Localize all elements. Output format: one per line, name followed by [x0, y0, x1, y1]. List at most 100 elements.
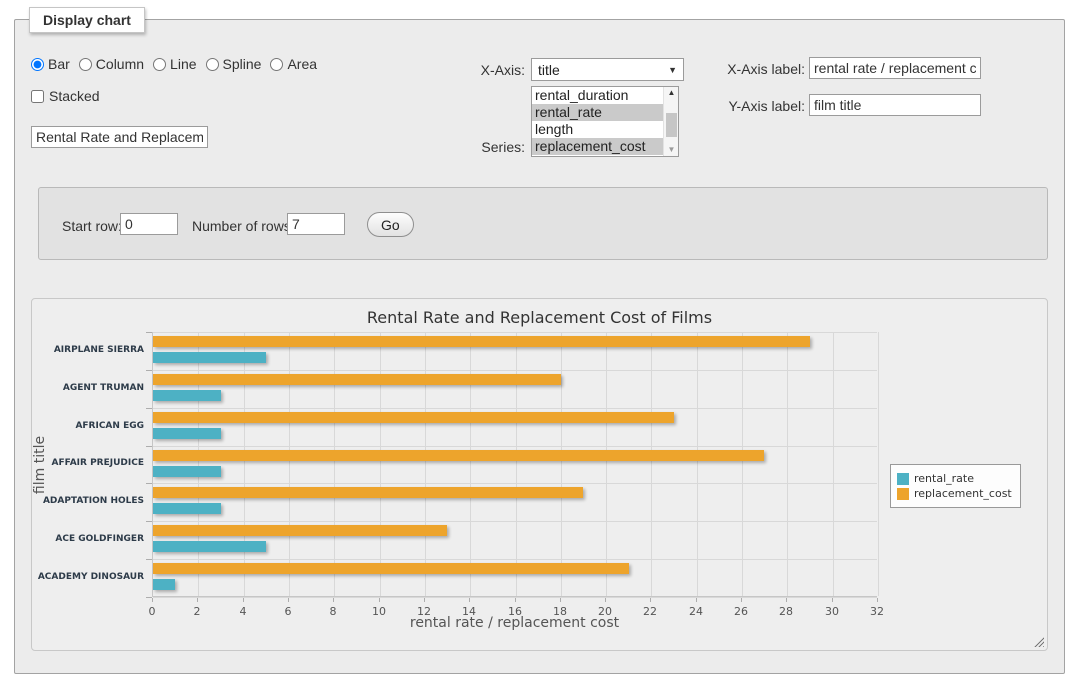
- chart-type-option-line[interactable]: Line: [153, 56, 196, 72]
- x-tick-mark: [333, 598, 334, 602]
- x-tick-label: 26: [724, 605, 758, 618]
- start-row-label: Start row:: [62, 218, 122, 234]
- num-rows-input[interactable]: [287, 213, 345, 235]
- x-axis-label-label: X-Axis label:: [717, 61, 805, 77]
- x-tick-label: 8: [316, 605, 350, 618]
- y-tick-mark: [146, 332, 152, 333]
- bar-rental_rate[interactable]: [153, 503, 221, 514]
- scroll-down-icon[interactable]: ▼: [664, 144, 679, 156]
- series-option-replacement_cost[interactable]: replacement_cost: [532, 138, 678, 155]
- chart-title-input[interactable]: [31, 126, 208, 148]
- gridline-vertical: [425, 332, 426, 596]
- gridline-vertical: [561, 332, 562, 596]
- chart-type-label: Bar: [48, 56, 70, 72]
- gridline-vertical: [833, 332, 834, 596]
- x-axis-select-value: title: [538, 62, 560, 78]
- scrollbar-thumb[interactable]: [666, 113, 677, 137]
- gridline-vertical: [787, 332, 788, 596]
- x-axis-label-input[interactable]: [809, 57, 981, 79]
- x-tick-label: 6: [271, 605, 305, 618]
- scroll-up-icon[interactable]: ▲: [664, 87, 679, 99]
- x-tick-mark: [288, 598, 289, 602]
- series-listbox-scrollbar[interactable]: ▲ ▼: [663, 87, 678, 156]
- x-tick-mark: [560, 598, 561, 602]
- chart: Rental Rate and Replacement Cost of Film…: [31, 298, 1048, 651]
- chart-type-radio[interactable]: [31, 58, 44, 71]
- x-tick-mark: [741, 598, 742, 602]
- bar-rental_rate[interactable]: [153, 579, 175, 590]
- x-tick-label: 20: [588, 605, 622, 618]
- gridline-vertical: [742, 332, 743, 596]
- chart-type-radio[interactable]: [79, 58, 92, 71]
- series-option-length[interactable]: length: [532, 121, 678, 138]
- series-option-rental_rate[interactable]: rental_rate: [532, 104, 678, 121]
- x-tick-label: 28: [769, 605, 803, 618]
- x-tick-mark: [605, 598, 606, 602]
- x-axis-select[interactable]: title ▼: [531, 58, 684, 81]
- bar-replacement_cost[interactable]: [153, 525, 447, 536]
- display-chart-fieldset: Display chart BarColumnLineSplineArea St…: [14, 19, 1065, 674]
- series-option-rental_duration[interactable]: rental_duration: [532, 87, 678, 104]
- y-tick-mark: [146, 446, 152, 447]
- chart-type-option-spline[interactable]: Spline: [206, 56, 262, 72]
- bar-replacement_cost[interactable]: [153, 412, 674, 423]
- bar-replacement_cost[interactable]: [153, 450, 764, 461]
- legend-swatch: [897, 488, 909, 500]
- gridline-vertical: [244, 332, 245, 596]
- chart-type-radio[interactable]: [153, 58, 166, 71]
- bar-rental_rate[interactable]: [153, 428, 221, 439]
- bar-replacement_cost[interactable]: [153, 563, 629, 574]
- series-listbox[interactable]: rental_durationrental_ratelengthreplacem…: [531, 86, 679, 157]
- chart-type-option-area[interactable]: Area: [270, 56, 317, 72]
- x-tick-mark: [650, 598, 651, 602]
- bar-replacement_cost[interactable]: [153, 336, 810, 347]
- category-label: AGENT TRUMAN: [32, 383, 144, 393]
- y-axis-label-input[interactable]: [809, 94, 981, 116]
- chart-type-option-bar[interactable]: Bar: [31, 56, 70, 72]
- chart-type-label: Line: [170, 56, 196, 72]
- chart-type-radio[interactable]: [206, 58, 219, 71]
- bar-rental_rate[interactable]: [153, 352, 266, 363]
- chart-type-label: Spline: [223, 56, 262, 72]
- category-label: AFRICAN EGG: [32, 421, 144, 431]
- chart-type-option-column[interactable]: Column: [79, 56, 144, 72]
- gridline-vertical: [651, 332, 652, 596]
- category-label: AIRPLANE SIERRA: [32, 345, 144, 355]
- gridline-vertical: [516, 332, 517, 596]
- x-tick-mark: [696, 598, 697, 602]
- bar-replacement_cost[interactable]: [153, 487, 583, 498]
- go-button[interactable]: Go: [367, 212, 414, 237]
- x-tick-label: 18: [543, 605, 577, 618]
- x-tick-mark: [243, 598, 244, 602]
- series-label: Series:: [445, 139, 525, 155]
- x-tick-label: 30: [815, 605, 849, 618]
- gridline-vertical: [470, 332, 471, 596]
- gridline-horizontal: [153, 446, 877, 447]
- bar-rental_rate[interactable]: [153, 466, 221, 477]
- category-label: ACADEMY DINOSAUR: [32, 572, 144, 582]
- chart-type-radio[interactable]: [270, 58, 283, 71]
- bar-replacement_cost[interactable]: [153, 374, 561, 385]
- gridline-horizontal: [153, 332, 877, 333]
- page: Display chart BarColumnLineSplineArea St…: [0, 0, 1081, 681]
- x-tick-mark: [379, 598, 380, 602]
- legend-item-rental_rate[interactable]: rental_rate: [897, 472, 1012, 485]
- num-rows-label: Number of rows:: [192, 218, 295, 234]
- legend-item-replacement_cost[interactable]: replacement_cost: [897, 487, 1012, 500]
- x-tick-mark: [424, 598, 425, 602]
- bar-rental_rate[interactable]: [153, 390, 221, 401]
- legend-label: rental_rate: [914, 472, 974, 485]
- bar-rental_rate[interactable]: [153, 541, 266, 552]
- y-tick-mark: [146, 483, 152, 484]
- y-tick-mark: [146, 370, 152, 371]
- x-tick-label: 16: [498, 605, 532, 618]
- series-listbox-options: rental_durationrental_ratelengthreplacem…: [532, 87, 678, 155]
- start-row-input[interactable]: [120, 213, 178, 235]
- stacked-checkbox[interactable]: [31, 90, 44, 103]
- x-tick-label: 4: [226, 605, 260, 618]
- y-tick-mark: [146, 408, 152, 409]
- stacked-row: Stacked: [31, 88, 100, 104]
- resize-handle-icon[interactable]: [1034, 637, 1044, 647]
- x-tick-label: 2: [180, 605, 214, 618]
- chart-type-label: Area: [287, 56, 317, 72]
